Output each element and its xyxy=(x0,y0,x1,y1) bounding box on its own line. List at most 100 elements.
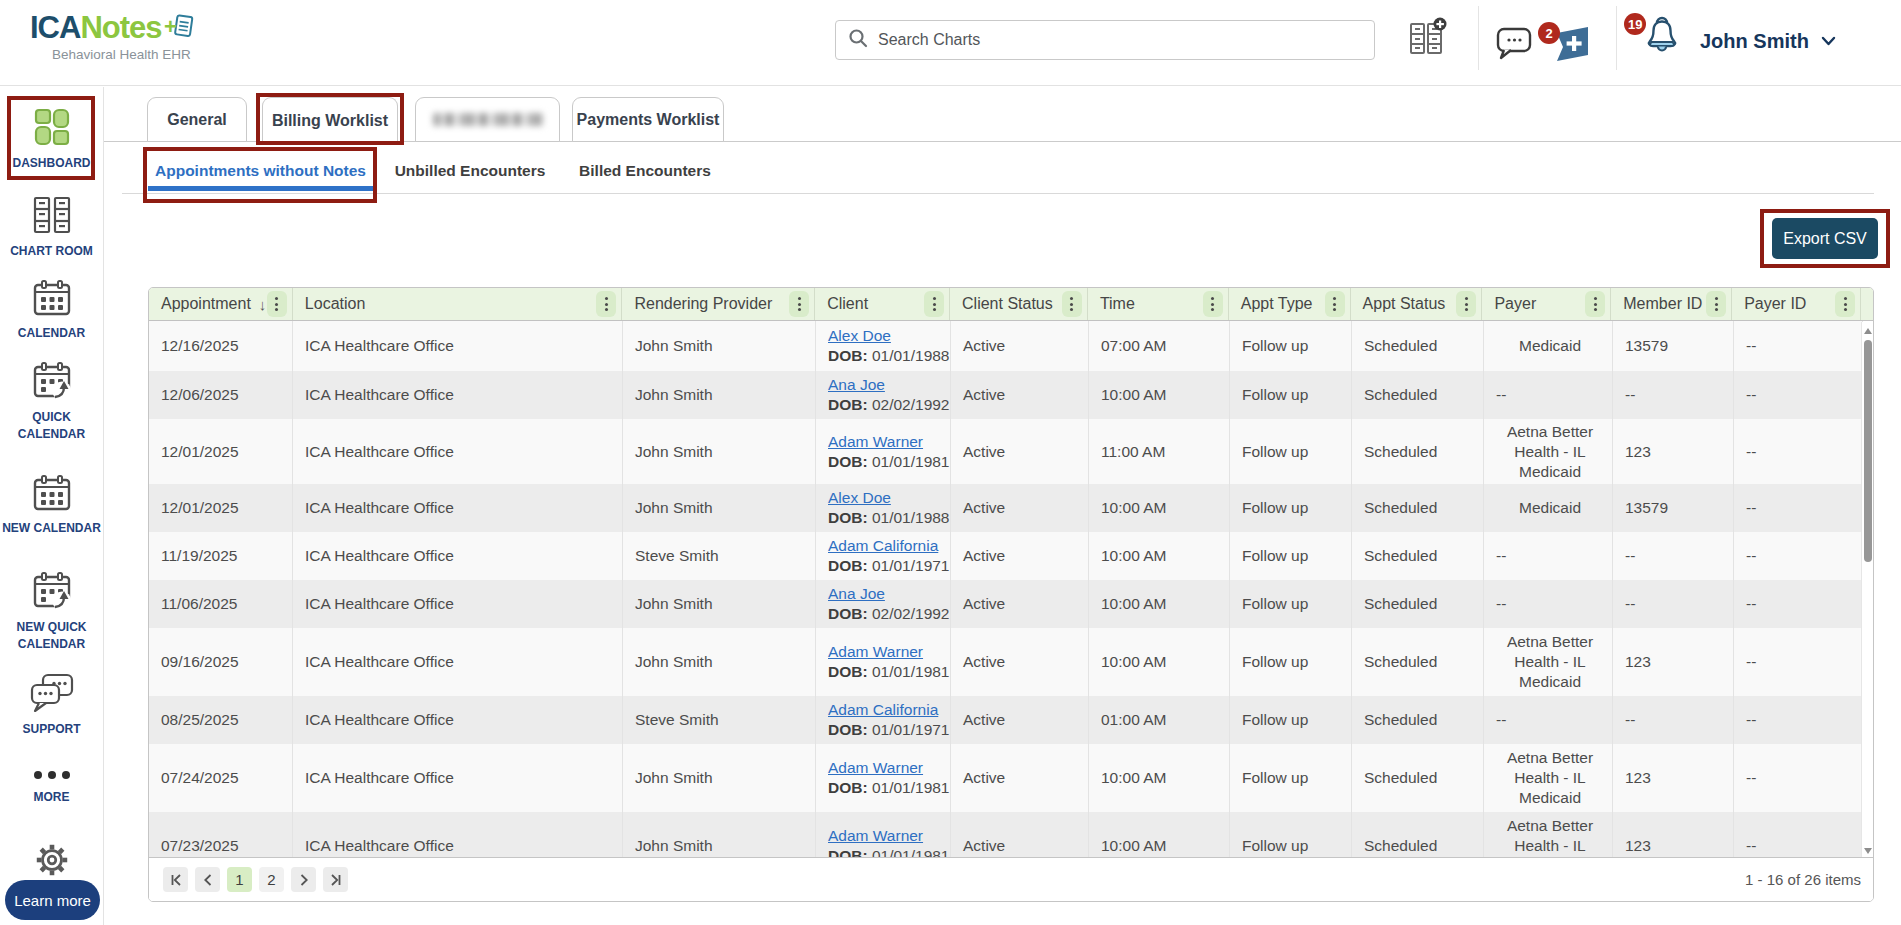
client-link[interactable]: Adam Warner xyxy=(828,758,942,778)
sidebar-item-more[interactable]: MORE xyxy=(0,767,103,806)
column-header-location[interactable]: Location xyxy=(293,288,623,320)
client-link[interactable]: Adam Warner xyxy=(828,432,942,452)
user-menu[interactable]: John Smith xyxy=(1700,0,1836,82)
kebab-menu-icon[interactable] xyxy=(789,291,809,317)
sidebar-item-dashboard[interactable]: DASHBOARD xyxy=(0,107,103,172)
column-label: Appt Type xyxy=(1241,295,1313,313)
sidebar-item-chart-room[interactable]: CHART ROOM xyxy=(0,195,103,260)
client-link[interactable]: Ana Joe xyxy=(828,584,942,604)
kebab-menu-icon[interactable] xyxy=(924,291,944,317)
tab-billing-worklist[interactable]: Billing Worklist xyxy=(262,97,398,143)
cell-time: 10:00 AM xyxy=(1089,580,1230,628)
client-link[interactable]: Alex Doe xyxy=(828,326,942,346)
client-link[interactable]: Adam California xyxy=(828,536,942,556)
cell-client_status: Active xyxy=(951,628,1089,696)
sidebar-item-quick-calendar[interactable]: QUICK CALENDAR xyxy=(0,361,103,444)
client-dob: DOB: 01/01/1981 xyxy=(828,452,942,472)
sidebar-item-support[interactable]: SUPPORT xyxy=(0,673,103,738)
kebab-menu-icon[interactable] xyxy=(1456,291,1476,317)
sidebar-item-new-calendar[interactable]: NEW CALENDAR xyxy=(0,474,103,537)
chevron-down-icon xyxy=(1821,32,1836,50)
column-header-time[interactable]: Time xyxy=(1088,288,1229,320)
cell-member_id: 123 xyxy=(1613,744,1734,812)
export-csv-button[interactable]: Export CSV xyxy=(1772,218,1878,259)
go-to-last-page-button[interactable] xyxy=(323,867,348,892)
column-header-rendering-provider[interactable]: Rendering Provider xyxy=(622,288,815,320)
settings-gear-icon[interactable] xyxy=(0,839,103,881)
column-header-appt-type[interactable]: Appt Type xyxy=(1229,288,1351,320)
kebab-menu-icon[interactable] xyxy=(1325,291,1345,317)
cell-location: ICA Healthcare Office xyxy=(293,628,623,696)
kebab-menu-icon[interactable] xyxy=(267,291,287,317)
subtab-billed-encounters[interactable]: Billed Encounters xyxy=(575,148,715,194)
column-header-appointment[interactable]: Appointment↓ xyxy=(149,288,293,320)
client-link[interactable]: Adam California xyxy=(828,700,942,720)
kebab-menu-icon[interactable] xyxy=(1706,291,1726,317)
chart-add-icon[interactable] xyxy=(1406,16,1448,58)
cell-payer_id: -- xyxy=(1734,484,1863,532)
sidebar-item-label: MORE xyxy=(32,789,72,806)
sidebar: DASHBOARD CHART ROOM CALENDAR QUICK CALENDA… xyxy=(0,87,104,925)
subtab-unbilled-encounters[interactable]: Unbilled Encounters xyxy=(390,148,550,194)
kebab-menu-icon[interactable] xyxy=(1585,291,1605,317)
client-link[interactable]: Alex Doe xyxy=(828,488,942,508)
go-to-first-page-button[interactable] xyxy=(163,867,188,892)
column-header-client[interactable]: Client xyxy=(815,288,950,320)
tab-payments-worklist[interactable]: Payments Worklist xyxy=(572,97,724,142)
client-link[interactable]: Adam Warner xyxy=(828,642,942,662)
column-label: Rendering Provider xyxy=(634,295,772,313)
client-dob: DOB: 01/01/1988 xyxy=(828,508,942,528)
logo-tagline: Behavioral Health EHR xyxy=(52,47,194,62)
cell-time: 10:00 AM xyxy=(1089,532,1230,580)
page-button-1[interactable]: 1 xyxy=(227,867,252,892)
client-dob: DOB: 01/01/1971 xyxy=(828,720,942,740)
column-header-member-id[interactable]: Member ID xyxy=(1611,288,1732,320)
messages-icon[interactable] xyxy=(1496,27,1534,61)
kebab-menu-icon[interactable] xyxy=(1062,291,1082,317)
notifications-bell-icon[interactable] xyxy=(1640,15,1684,59)
table-header-row: Appointment↓Location Rendering Provider Cl… xyxy=(149,288,1873,321)
cell-client: Adam WarnerDOB: 01/01/1981 xyxy=(816,812,951,859)
app-logo[interactable]: ICANotes + Behavioral Health EHR xyxy=(30,10,194,62)
table-row: 07/24/2025ICA Healthcare OfficeJohn Smit… xyxy=(149,744,1863,812)
column-header-payer-id[interactable]: Payer ID xyxy=(1732,288,1861,320)
column-header-payer[interactable]: Payer xyxy=(1482,288,1611,320)
cell-client_status: Active xyxy=(951,484,1089,532)
tab-general[interactable]: General xyxy=(147,97,247,142)
page-button-2[interactable]: 2 xyxy=(259,867,284,892)
tab-redacted[interactable] xyxy=(415,97,560,142)
client-link[interactable]: Adam Warner xyxy=(828,826,942,846)
client-link[interactable]: Ana Joe xyxy=(828,375,942,395)
cell-appt_type: Follow up xyxy=(1230,419,1352,484)
app-header: ICANotes + Behavioral Health EHR xyxy=(0,0,1901,86)
cell-payer_id: -- xyxy=(1734,744,1863,812)
scrollbar-thumb[interactable] xyxy=(1864,340,1872,562)
vertical-scrollbar[interactable] xyxy=(1861,322,1873,860)
cell-appointment: 08/25/2025 xyxy=(149,696,293,744)
cell-client: Adam CaliforniaDOB: 01/01/1971 xyxy=(816,532,951,580)
messages-badge: 2 xyxy=(1538,22,1560,44)
cell-client: Alex DoeDOB: 01/01/1988 xyxy=(816,321,951,371)
cell-appt_type: Follow up xyxy=(1230,580,1352,628)
kebab-menu-icon[interactable] xyxy=(1203,291,1223,317)
kebab-menu-icon[interactable] xyxy=(1835,291,1855,317)
cell-appt_status: Scheduled xyxy=(1352,419,1484,484)
sidebar-item-new-quick-calendar[interactable]: NEW QUICK CALENDAR xyxy=(0,571,103,654)
column-header-client-status[interactable]: Client Status xyxy=(950,288,1088,320)
cell-payer: -- xyxy=(1484,580,1613,628)
search-input[interactable] xyxy=(878,31,1362,49)
column-header-appt-status[interactable]: Appt Status xyxy=(1351,288,1483,320)
learn-more-button[interactable]: Learn more xyxy=(5,880,100,920)
scrollbar-down-arrow[interactable] xyxy=(1864,848,1872,854)
go-to-previous-page-button[interactable] xyxy=(195,867,220,892)
scrollbar-up-arrow[interactable] xyxy=(1864,328,1872,334)
cell-client_status: Active xyxy=(951,371,1089,419)
cell-client: Adam WarnerDOB: 01/01/1981 xyxy=(816,744,951,812)
go-to-next-page-button[interactable] xyxy=(291,867,316,892)
search-box xyxy=(835,20,1375,60)
kebab-menu-icon[interactable] xyxy=(596,291,616,317)
cell-appt_type: Follow up xyxy=(1230,532,1352,580)
sidebar-item-calendar[interactable]: CALENDAR xyxy=(0,279,103,342)
cell-appointment: 12/06/2025 xyxy=(149,371,293,419)
cell-payer_id: -- xyxy=(1734,628,1863,696)
